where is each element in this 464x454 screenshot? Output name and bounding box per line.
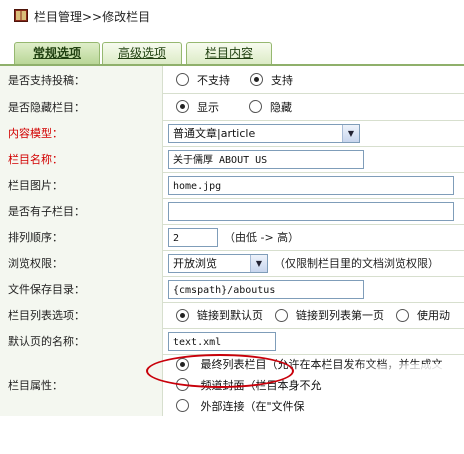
label-name: 栏目名称： [0, 146, 163, 172]
label-submit: 是否支持投稿： [0, 66, 163, 93]
order-input[interactable]: 2 [168, 227, 218, 247]
label-dir: 文件保存目录： [0, 276, 163, 302]
row-model: 内容模型： 普通文章|article ▼ [0, 120, 464, 147]
book-icon [14, 9, 28, 22]
tab-content[interactable]: 栏目内容 [186, 42, 272, 64]
label-attr: 栏目属性： [0, 354, 163, 416]
radio-label-dynamic: 使用动 [417, 309, 450, 322]
model-select[interactable]: 普通文章|article ▼ [168, 123, 360, 143]
chevron-down-icon: ▼ [342, 124, 359, 142]
row-submit: 是否支持投稿： 不支持 支持 [0, 66, 464, 94]
row-order: 排列顺序： 2 （由低 -> 高） [0, 224, 464, 251]
row-hidden: 是否隐藏栏目： 显示 隐藏 [0, 93, 464, 121]
label-image: 栏目图片： [0, 172, 163, 198]
perm-select[interactable]: 开放浏览 ▼ [168, 253, 268, 273]
model-select-value: 普通文章|article [173, 127, 256, 140]
radio-show[interactable] [176, 100, 189, 113]
row-dir: 文件保存目录： {cmspath}/aboutus [0, 276, 464, 303]
radio-dynamic[interactable] [396, 308, 409, 322]
row-default-name: 默认页的名称： text.xml [0, 328, 464, 355]
row-image: 栏目图片： home.jpg [0, 172, 464, 199]
label-model: 内容模型： [0, 120, 163, 146]
image-input[interactable]: home.jpg [168, 175, 454, 195]
label-order: 排列顺序： [0, 224, 163, 250]
radio-label-show: 显示 [197, 100, 219, 114]
header-bar: 栏目管理>>修改栏目 [0, 0, 464, 34]
name-input[interactable]: 关于儒厚 ABOUT US [168, 149, 364, 169]
radio-no-submit[interactable] [176, 73, 189, 86]
radio-external-link[interactable] [176, 399, 189, 413]
dir-input[interactable]: {cmspath}/aboutus [168, 279, 364, 299]
label-list: 栏目列表选项： [0, 302, 163, 328]
label-hidden: 是否隐藏栏目： [0, 93, 163, 120]
tab-bar: 常规选项 高级选项 栏目内容 [0, 36, 464, 66]
radio-label-external-link: 外部连接（在"文件保 [200, 399, 305, 413]
page-title: 栏目管理>>修改栏目 [34, 10, 151, 24]
row-name: 栏目名称： 关于儒厚 ABOUT US [0, 146, 464, 173]
row-subcat: 是否有子栏目： [0, 198, 464, 225]
row-perm: 浏览权限： 开放浏览 ▼ （仅限制栏目里的文档浏览权限） [0, 250, 464, 277]
radio-label-submit: 支持 [271, 73, 293, 87]
chevron-down-icon: ▼ [250, 254, 267, 272]
radio-default-page[interactable] [176, 308, 189, 322]
order-hint: （由低 -> 高） [224, 231, 300, 244]
label-default-name: 默认页的名称： [0, 328, 163, 354]
radio-first-list-page[interactable] [275, 308, 288, 322]
row-list: 栏目列表选项： 链接到默认页 链接到列表第一页 使用动 [0, 302, 464, 329]
tab-advanced[interactable]: 高级选项 [102, 42, 182, 64]
radio-submit[interactable] [250, 73, 263, 86]
perm-select-value: 开放浏览 [173, 257, 217, 270]
label-subcat: 是否有子栏目： [0, 198, 163, 224]
tab-general[interactable]: 常规选项 [14, 42, 100, 64]
radio-label-no-submit: 不支持 [197, 73, 230, 87]
radio-label-hide: 隐藏 [270, 100, 292, 114]
subcat-input[interactable] [168, 201, 454, 221]
perm-hint: （仅限制栏目里的文档浏览权限） [274, 257, 439, 270]
radio-label-default-page: 链接到默认页 [197, 309, 263, 322]
default-name-input[interactable]: text.xml [168, 331, 276, 351]
label-perm: 浏览权限： [0, 250, 163, 276]
radio-label-first-list-page: 链接到列表第一页 [296, 309, 384, 322]
bottom-fade [334, 364, 464, 454]
radio-hide[interactable] [249, 100, 262, 113]
highlight-ellipse [146, 354, 294, 388]
